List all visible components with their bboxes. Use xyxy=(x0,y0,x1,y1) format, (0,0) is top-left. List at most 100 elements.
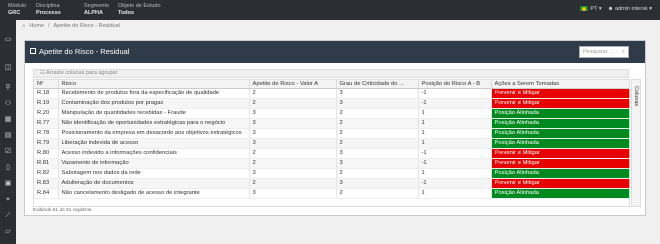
sidebar: ▭ ◫ ⚲ ⚇ ▦ ▤ ☑ ▯ ▣ ⌖ ⟋ ▱ xyxy=(0,20,16,244)
cell-acao: Prevenir e Mitigar xyxy=(491,148,629,159)
cell-grau: 2 xyxy=(336,138,419,149)
table-row[interactable]: R.84 Não cancelamento desligado de acesso… xyxy=(34,188,629,199)
table-row[interactable]: R.20 Manipulação de quantidades recebidas… xyxy=(34,108,629,119)
column-header-risco[interactable]: Risco xyxy=(58,80,250,89)
table-row[interactable]: R.82 Sabotagem nos dados da rede 3 2 1 Posiçã… xyxy=(34,168,629,179)
cell-posicao: -1 xyxy=(418,98,492,109)
grid-icon[interactable]: ▦ xyxy=(4,116,12,124)
cell-acao: Posição Alinhada xyxy=(491,138,629,149)
breadcrumb-home[interactable]: Home xyxy=(29,23,44,29)
column-header-numero[interactable]: Nº xyxy=(34,80,59,89)
chart-icon[interactable]: ⟋ xyxy=(4,212,12,220)
panel-header: Apetite do Risco - Residual Pesquisar ..… xyxy=(25,41,645,63)
table-row[interactable]: R.18 Recebimento de produtos fora da espe… xyxy=(34,88,629,99)
users-icon[interactable]: ⚇ xyxy=(4,100,12,108)
cell-apetite: 2 xyxy=(249,178,337,189)
search-icon[interactable]: ⌕ xyxy=(622,49,625,55)
column-header-acoes[interactable]: Ações a Serem Tomadas xyxy=(491,80,629,89)
cell-apetite: 3 xyxy=(249,188,337,199)
map-pin-icon[interactable]: ⌖ xyxy=(4,196,12,204)
cell-risco: Manipulação de quantidades recebidas - F… xyxy=(58,108,250,119)
folder-icon[interactable]: ▭ xyxy=(4,36,12,44)
table-row[interactable]: R.79 Liberação indevida de acesso 3 2 1 Posiç… xyxy=(34,138,629,149)
cell-grau: 3 xyxy=(336,88,419,99)
group-drop-area[interactable]: ☷ Arraste colunas para agrupar xyxy=(33,69,629,78)
cell-grau: 3 xyxy=(336,148,419,159)
cell-grau: 2 xyxy=(336,128,419,139)
top-bar: Módulo GRC Disciplina Processo Segmento … xyxy=(0,0,660,20)
column-header-apetite[interactable]: Apetite de Risco - Valor A xyxy=(249,80,337,89)
column-header-posicao[interactable]: Posição do Risco A - B xyxy=(418,80,492,89)
cell-apetite: 2 xyxy=(249,98,337,109)
document-icon[interactable]: ▯ xyxy=(4,164,12,172)
cell-risco: Recebimento de produtos fora da especifi… xyxy=(58,88,250,99)
cell-risco: Adulteração de documentos xyxy=(58,178,250,189)
checklist-icon[interactable]: ☑ xyxy=(4,148,12,156)
columns-label: Colunas xyxy=(633,86,639,107)
language-selector[interactable]: PT ▾ xyxy=(580,6,602,12)
cell-grau: 2 xyxy=(336,118,419,129)
cell-grau: 2 xyxy=(336,188,419,199)
cell-apetite: 3 xyxy=(249,138,337,149)
table-row[interactable]: R.19 Contaminação dos produtos por pragas… xyxy=(34,98,629,109)
cell-numero: R.83 xyxy=(34,178,59,189)
folder-open-icon[interactable]: ▱ xyxy=(4,228,12,236)
search-placeholder: Pesquisar ... xyxy=(583,49,614,55)
cell-grau: 3 xyxy=(336,98,419,109)
breadcrumb-separator: / xyxy=(48,23,50,29)
search-input[interactable]: Pesquisar ... ⌕ xyxy=(579,46,629,58)
cell-acao: Posição Alinhada xyxy=(491,118,629,129)
cell-apetite: 3 xyxy=(249,168,337,179)
filter-objeto[interactable]: Objeto de Estudo Todos xyxy=(118,3,161,16)
table-row[interactable]: R.81 Vazamento de informação 2 3 -1 Prevenir … xyxy=(34,158,629,169)
cell-numero: R.84 xyxy=(34,188,59,199)
user-menu[interactable]: ☻ admin intersk ▾ xyxy=(608,6,652,12)
cell-numero: R.79 xyxy=(34,138,59,149)
cell-risco: Vazamento de informação xyxy=(58,158,250,169)
cell-posicao: 1 xyxy=(418,168,492,179)
cell-numero: R.18 xyxy=(34,88,59,99)
cell-grau: 2 xyxy=(336,108,419,119)
table-row[interactable]: R.83 Adulteração de documentos 2 3 -1 Preveni… xyxy=(34,178,629,189)
table-row[interactable]: R.78 Posicionamento da empresa em desacor… xyxy=(34,128,629,139)
cell-posicao: 1 xyxy=(418,188,492,199)
filter-value: Processo xyxy=(36,9,61,16)
cell-numero: R.77 xyxy=(34,118,59,129)
cell-posicao: -1 xyxy=(418,88,492,99)
cell-risco: Sabotagem nos dados da rede xyxy=(58,168,250,179)
filter-value: ALPHA xyxy=(84,9,103,16)
columns-toggle[interactable]: Colunas xyxy=(631,79,641,207)
column-header-grau[interactable]: Grau de Criticidade do ... xyxy=(336,80,419,89)
filter-segmento[interactable]: Segmento ALPHA xyxy=(84,3,109,16)
cell-posicao: 1 xyxy=(418,138,492,149)
filter-modulo[interactable]: Módulo GRC xyxy=(8,3,26,16)
cell-apetite: 3 xyxy=(249,118,337,129)
cell-posicao: 1 xyxy=(418,108,492,119)
cell-grau: 3 xyxy=(336,178,419,189)
filter-disciplina[interactable]: Disciplina Processo xyxy=(36,3,61,16)
book-icon[interactable]: ▤ xyxy=(4,132,12,140)
cell-apetite: 3 xyxy=(249,128,337,139)
user-icon: ☻ xyxy=(607,6,614,12)
table-row[interactable]: R.80 Acesso indevido a informações confid… xyxy=(34,148,629,159)
cell-risco: Não cancelamento desligado de acesso de … xyxy=(58,188,250,199)
home-icon[interactable]: ⌂ xyxy=(22,23,25,29)
calendar-icon[interactable]: ▣ xyxy=(4,180,12,188)
cell-acao: Posição Alinhada xyxy=(491,108,629,119)
cell-acao: Posição Alinhada xyxy=(491,128,629,139)
breadcrumb: ⌂ Home / Apetite do Risco - Residual xyxy=(22,23,120,29)
cell-risco: Posicionamento da empresa em desacordo a… xyxy=(58,128,250,139)
dashboard-icon[interactable]: ◫ xyxy=(4,64,12,72)
cell-apetite: 3 xyxy=(249,108,337,119)
table-row[interactable]: R.77 Não identificação de oportunidades e… xyxy=(34,118,629,129)
cell-numero: R.81 xyxy=(34,158,59,169)
cell-acao: Posição Alinhada xyxy=(491,168,629,179)
cell-acao: Prevenir e Mitigar xyxy=(491,88,629,99)
cell-risco: Contaminação dos produtos por pragas xyxy=(58,98,250,109)
org-chart-icon[interactable]: ⚲ xyxy=(4,84,12,92)
cell-posicao: 1 xyxy=(418,128,492,139)
record-count: Exibindo 51 de 51 registros. xyxy=(33,208,93,213)
cell-numero: R.78 xyxy=(34,128,59,139)
cell-apetite: 2 xyxy=(249,88,337,99)
cell-risco: Acesso indevido a informações confidenci… xyxy=(58,148,250,159)
